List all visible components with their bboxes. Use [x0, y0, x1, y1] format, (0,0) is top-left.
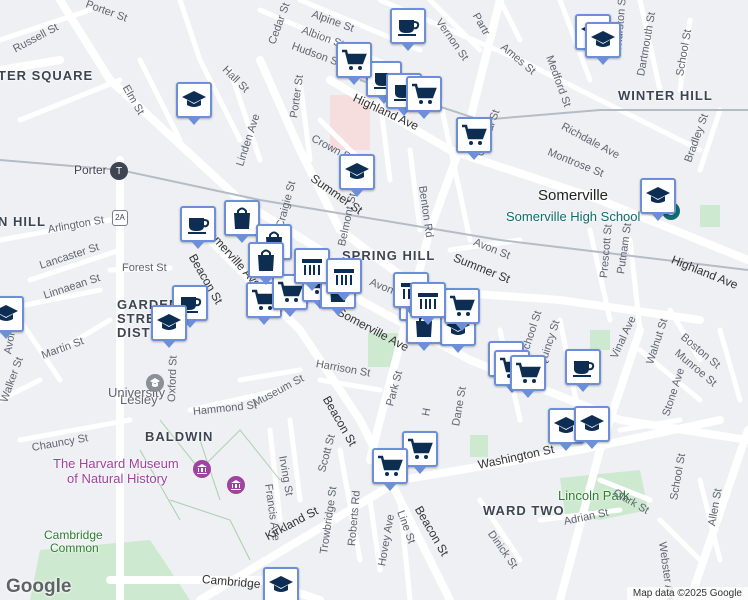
map-attribution[interactable]: Map data ©2025 Google: [626, 587, 748, 600]
place-somerville[interactable]: Somerville: [538, 187, 608, 204]
graduation-cap-icon: [580, 415, 604, 431]
school-marker[interactable]: [640, 178, 676, 221]
place-harvard-museum-2[interactable]: of Natural History: [67, 471, 167, 486]
graduation-cap-icon: [0, 305, 18, 321]
grocery-store-marker[interactable]: [444, 288, 480, 331]
shopping-cart-icon: [516, 362, 541, 383]
graduation-cap-icon: [269, 576, 293, 592]
grocery-store-marker[interactable]: [336, 42, 372, 85]
graduation-cap-icon: [182, 91, 206, 107]
grocery-store-marker[interactable]: [510, 355, 546, 398]
store-marker[interactable]: [326, 258, 362, 301]
place-harvard-museum[interactable]: The Harvard Museum: [53, 456, 179, 471]
transit-station-icon[interactable]: T: [110, 162, 128, 180]
clothing-store-marker[interactable]: [248, 242, 284, 285]
grocery-store-marker[interactable]: [406, 76, 442, 119]
neighborhood-dist: DIST: [117, 325, 151, 340]
shopping-cart-icon: [408, 438, 433, 459]
museum-poi-icon[interactable]: [227, 476, 245, 494]
grocery-store-marker[interactable]: [456, 117, 492, 160]
graduation-cap-icon: [591, 31, 615, 47]
street-label: Forest St: [122, 262, 167, 274]
coffee-shop-marker[interactable]: [390, 8, 426, 51]
school-marker[interactable]: [574, 406, 610, 449]
place-porter[interactable]: Porter: [74, 163, 107, 177]
shopping-cart-icon: [412, 83, 437, 104]
grocery-store-marker[interactable]: [372, 448, 408, 491]
place-somerville-high[interactable]: Somerville High School: [506, 209, 640, 224]
school-marker[interactable]: [263, 567, 299, 600]
neighborhood-ward-two: WARD TWO: [483, 503, 565, 518]
store-marker[interactable]: [294, 248, 330, 291]
coffee-shop-marker[interactable]: [565, 349, 601, 392]
clothing-store-marker[interactable]: [224, 200, 260, 243]
coffee-icon: [398, 20, 420, 36]
park: [700, 205, 720, 227]
school-marker[interactable]: [176, 82, 212, 125]
neighborhood-winter-hill: WINTER HILL: [618, 88, 713, 103]
street-label: Oxford St: [166, 355, 180, 403]
neighborhood-baldwin: BALDWIN: [145, 429, 214, 444]
coffee-icon: [573, 361, 595, 377]
shopping-cart-icon: [378, 455, 403, 476]
storefront-icon: [418, 293, 438, 309]
store-marker[interactable]: [410, 282, 446, 325]
park: [470, 435, 488, 457]
school-marker[interactable]: [585, 22, 621, 65]
museum-poi-icon[interactable]: [193, 460, 211, 478]
shopping-cart-icon: [342, 49, 367, 70]
coffee-shop-marker[interactable]: [180, 206, 216, 249]
google-logo: Google: [6, 576, 72, 597]
shopping-cart-icon: [450, 295, 475, 316]
storefront-icon: [302, 259, 322, 275]
neighborhood-hill: N HILL: [0, 214, 46, 229]
shopping-bag-icon: [258, 249, 274, 271]
storefront-icon: [334, 269, 354, 285]
shopping-bag-icon: [234, 207, 250, 229]
graduation-cap-icon: [646, 187, 670, 203]
school-marker[interactable]: [0, 296, 24, 339]
place-cambridge-common-2[interactable]: Common: [50, 541, 99, 555]
route-shield-icon: 2A: [112, 210, 128, 226]
map-canvas[interactable]: TER SQUARE WINTER HILL SPRING HILL WARD …: [0, 0, 748, 600]
coffee-icon: [188, 218, 210, 234]
graduation-cap-icon: [345, 163, 369, 179]
shopping-cart-icon: [462, 124, 487, 145]
school-marker[interactable]: [151, 305, 187, 348]
park: [590, 330, 610, 350]
place-cambridge-common[interactable]: Cambridge: [44, 528, 103, 542]
graduation-cap-icon: [157, 314, 181, 330]
neighborhood-porter-square: TER SQUARE: [0, 68, 94, 83]
education-poi-icon[interactable]: [146, 374, 164, 392]
school-marker[interactable]: [339, 154, 375, 197]
